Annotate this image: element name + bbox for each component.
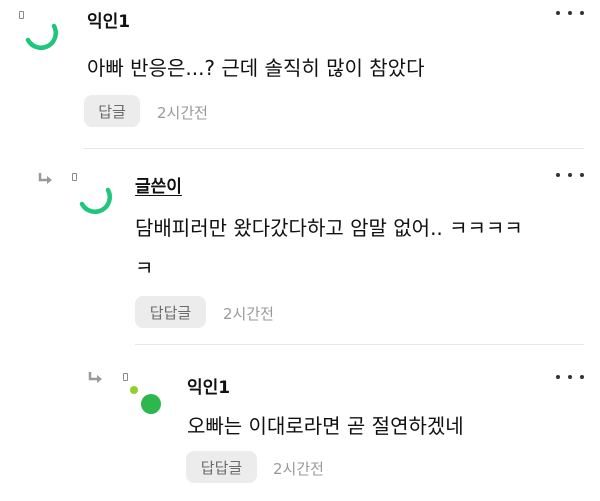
comment-author[interactable]: 익인1	[87, 7, 130, 32]
comment-text-line: ㅋ	[135, 256, 154, 280]
avatar[interactable]	[20, 12, 64, 56]
comment-item: 글쓴이 담배피러만 왔다갔다하고 암말 없어.. ㅋㅋㅋㅋ ㅋ 답답글 2시간전	[0, 148, 600, 344]
avatar-arc-icon	[25, 23, 58, 51]
comment-time: 2시간전	[223, 305, 274, 323]
avatar-arc-icon	[79, 187, 112, 215]
more-dots-icon	[556, 173, 560, 177]
comment-time: 2시간전	[157, 104, 208, 122]
comment-text: 아빠 반응은...? 근데 솔직히 많이 참았다	[87, 56, 425, 80]
comment-item: 익인1 오빠는 이대로라면 곧 절연하겠네 답답글 2시간전	[0, 344, 600, 501]
reply-arrow-icon	[88, 371, 104, 385]
more-options-button[interactable]	[556, 6, 584, 20]
more-dots-icon	[556, 375, 560, 379]
comment-author[interactable]: 글쓴이	[135, 172, 182, 197]
avatar[interactable]	[126, 380, 170, 424]
comment-text: 오빠는 이대로라면 곧 절연하겠네	[187, 414, 464, 438]
more-options-button[interactable]	[556, 168, 584, 182]
avatar[interactable]	[74, 174, 118, 218]
comment-item: 익인1 아빠 반응은...? 근데 솔직히 많이 참았다 답글 2시간전	[0, 0, 600, 148]
more-dots-icon	[556, 11, 560, 15]
comment-author[interactable]: 익인1	[187, 373, 230, 398]
reply-arrow-icon	[38, 172, 54, 186]
reply-button[interactable]: 답답글	[135, 296, 206, 328]
reply-button[interactable]: 답글	[84, 95, 140, 127]
reply-button[interactable]: 답답글	[186, 451, 257, 483]
avatar-dots-icon	[130, 386, 161, 414]
more-options-button[interactable]	[556, 370, 584, 384]
comment-time: 2시간전	[273, 460, 324, 478]
comment-text-line: 담배피러만 왔다갔다하고 암말 없어.. ㅋㅋㅋㅋ	[135, 216, 523, 240]
